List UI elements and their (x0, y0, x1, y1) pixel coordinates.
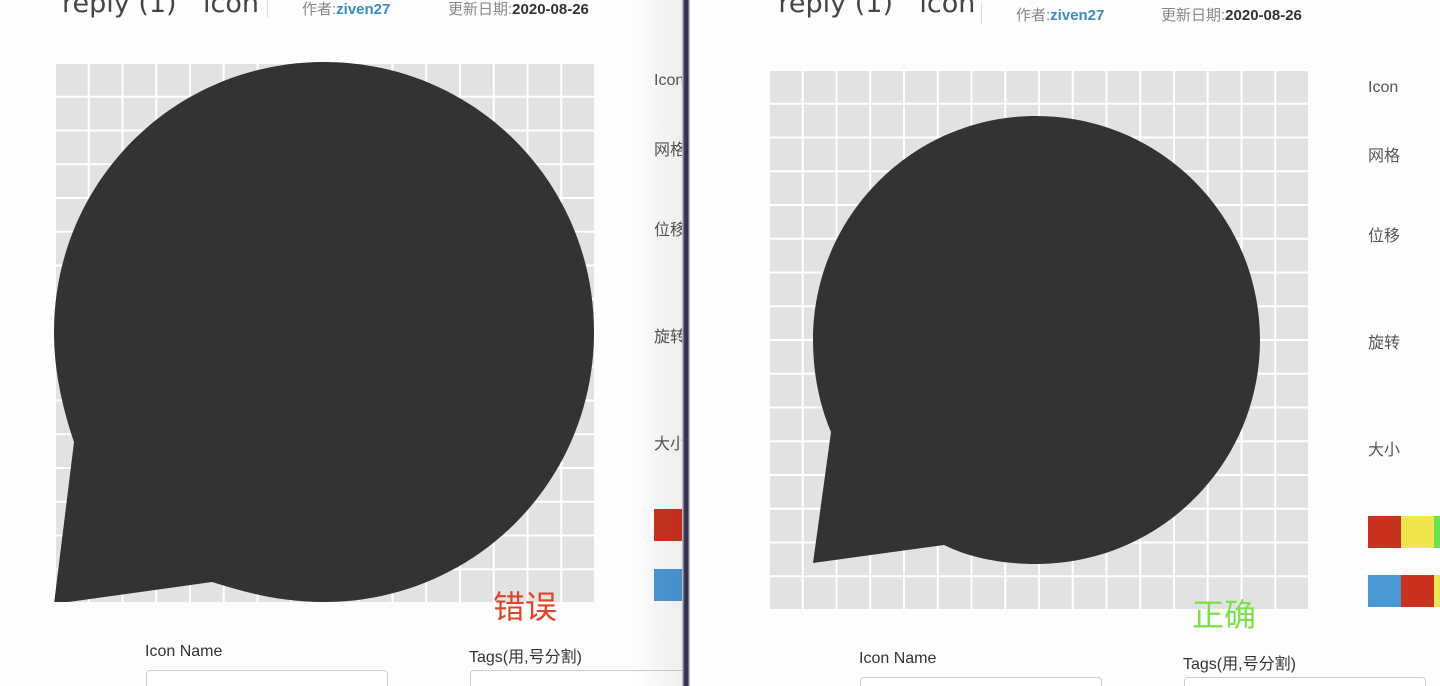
verdict-wrong-label: 错误 (493, 588, 558, 626)
date-value: 2020-08-26 (512, 1, 589, 18)
side-label-size: 大小 (654, 436, 682, 453)
icon-title-text: reply (1)" (62, 0, 189, 19)
color-swatch-yellow[interactable] (1401, 516, 1434, 548)
color-swatch-red[interactable] (1368, 516, 1401, 548)
side-label-offset: 位移 (654, 222, 682, 239)
color-swatch-blue[interactable] (654, 569, 682, 601)
icon-preview-grid (768, 69, 1308, 609)
tags-label: Tags(用,号分割) (1183, 656, 1296, 673)
icon-title: "reply (1)" icon (766, 0, 975, 19)
icon-name-input[interactable] (146, 670, 388, 686)
color-swatch-green[interactable] (1434, 516, 1440, 548)
side-label-rotate: 旋转 (1368, 335, 1401, 352)
left-panel: reply (1)" icon 作者:ziven27 更新日期:2020-08-2… (0, 0, 682, 686)
side-label-grid: 网格 (654, 142, 682, 159)
color-swatch-blue[interactable] (1368, 575, 1401, 607)
reply-bubble-icon (54, 62, 594, 602)
author-label: 作者: (302, 1, 337, 18)
date-label: 更新日期: (448, 1, 513, 18)
tags-input[interactable] (470, 670, 682, 686)
author-link[interactable]: ziven27 (336, 1, 390, 18)
title-separator (267, 0, 268, 18)
title-separator (981, 2, 982, 24)
author-label: 作者: (1016, 7, 1051, 24)
icon-title-suffix: icon (202, 0, 259, 19)
icon-name-label: Icon Name (859, 650, 937, 667)
side-label-offset: 位移 (1368, 228, 1401, 245)
reply-bubble-icon (813, 116, 1260, 564)
icon-title: reply (1)" icon (62, 0, 259, 19)
icon-title-suffix: icon (919, 0, 976, 19)
side-label-icon: Icon (654, 72, 682, 89)
tags-label: Tags(用,号分割) (469, 649, 582, 666)
side-label-size: 大小 (1368, 442, 1401, 459)
icon-title-text: "reply (1)" (766, 0, 906, 19)
date-value: 2020-08-26 (1225, 7, 1302, 24)
color-swatch-red[interactable] (654, 509, 682, 541)
side-label-icon: Icon (1368, 79, 1399, 96)
icon-name-input[interactable] (860, 677, 1102, 686)
icon-preview-grid (54, 62, 594, 602)
side-label-rotate: 旋转 (654, 329, 682, 346)
date-label: 更新日期: (1161, 7, 1226, 24)
right-panel: "reply (1)" icon 作者:ziven27 更新日期:2020-08-… (690, 0, 1440, 686)
tags-input[interactable] (1184, 677, 1426, 686)
window-divider (682, 0, 690, 686)
date-meta: 更新日期:2020-08-26 (1161, 4, 1302, 25)
icon-name-label: Icon Name (145, 643, 223, 660)
verdict-correct-label: 正确 (1192, 596, 1257, 634)
author-meta: 作者:ziven27 (1016, 4, 1104, 25)
color-swatch-yellow-2[interactable] (1434, 575, 1440, 607)
color-swatch-red-2[interactable] (1401, 575, 1434, 607)
side-label-grid: 网格 (1368, 148, 1401, 165)
author-meta: 作者:ziven27 (302, 0, 390, 19)
author-link[interactable]: ziven27 (1050, 7, 1104, 24)
date-meta: 更新日期:2020-08-26 (448, 0, 589, 19)
